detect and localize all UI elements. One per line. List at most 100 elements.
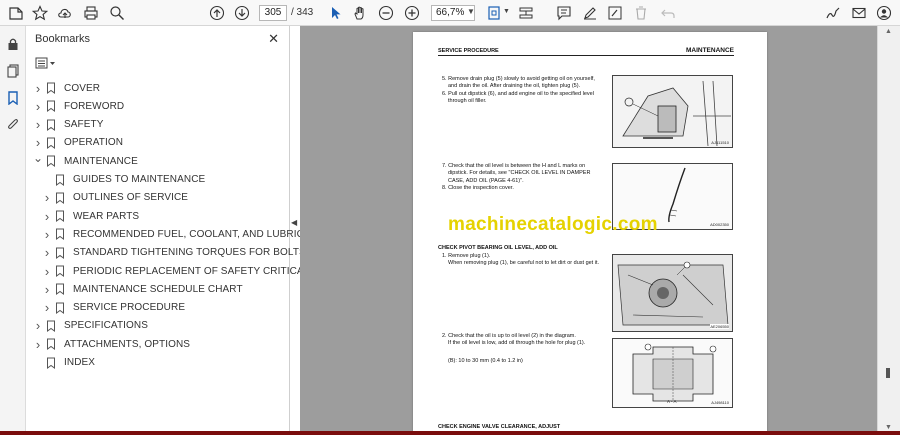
draw-icon[interactable] <box>605 3 625 23</box>
bookmark-label: SERVICE PROCEDURE <box>73 302 186 314</box>
section-valve-heading: CHECK ENGINE VALVE CLEARANCE, ADJUST <box>438 424 561 430</box>
bookmark-item[interactable]: › FOREWORD <box>33 97 124 115</box>
scroll-mode-icon[interactable] <box>516 3 536 23</box>
chevron-right-icon[interactable]: › <box>33 81 43 96</box>
select-cursor-icon[interactable] <box>326 3 346 23</box>
bookmark-panel-icon[interactable] <box>4 89 22 107</box>
bookmark-label: COVER <box>64 82 101 94</box>
undo-icon[interactable] <box>658 3 678 23</box>
bookmark-icon <box>46 155 56 168</box>
bookmark-item[interactable]: › OPERATION <box>33 134 123 152</box>
bookmark-label: MAINTENANCE SCHEDULE CHART <box>73 283 243 295</box>
page-total-label: / 343 <box>291 7 314 18</box>
bookmark-icon <box>46 82 56 94</box>
bookmark-item[interactable]: › OUTLINES OF SERVICE <box>42 189 188 207</box>
figure-code: AD002350 <box>710 222 729 227</box>
bookmark-item[interactable]: › ATTACHMENTS, OPTIONS <box>33 335 190 353</box>
collapse-panel-arrow-icon[interactable]: ◀ <box>291 218 297 227</box>
chevron-right-icon[interactable]: › <box>33 117 43 132</box>
scroll-down-icon[interactable]: ▼ <box>885 424 892 431</box>
bookmark-icon <box>55 247 65 259</box>
star-icon[interactable] <box>30 3 50 23</box>
bookmark-item[interactable]: INDEX <box>33 354 95 372</box>
bookmark-label: OPERATION <box>64 137 124 149</box>
next-page-icon[interactable] <box>232 3 252 23</box>
bookmark-icon <box>55 174 65 186</box>
zoom-search-icon[interactable] <box>107 3 127 23</box>
chevron-right-icon[interactable]: › <box>42 282 52 297</box>
chevron-right-icon[interactable]: › <box>33 337 43 352</box>
page-fit-caret[interactable]: ▼ <box>503 8 510 15</box>
bookmark-label: FOREWORD <box>64 100 125 112</box>
attachment-icon[interactable] <box>4 116 22 134</box>
bookmark-label: RECOMMENDED FUEL, COOLANT, AND LUBRICANT <box>73 228 325 240</box>
bookmarks-title: Bookmarks <box>35 33 91 45</box>
bookmark-item[interactable]: › MAINTENANCE SCHEDULE CHART <box>42 280 243 298</box>
bookmark-item[interactable]: GUIDES TO MAINTENANCE <box>42 171 205 189</box>
bookmark-item[interactable]: › SERVICE PROCEDURE <box>42 299 185 317</box>
page-header-right: MAINTENANCE <box>685 47 734 54</box>
delete-icon[interactable] <box>631 3 651 23</box>
print-icon[interactable] <box>81 3 101 23</box>
chevron-right-icon[interactable]: › <box>33 135 43 150</box>
bookmark-item[interactable]: ⌄ MAINTENANCE <box>33 151 138 170</box>
pivot-range-text: (B): 10 to 30 mm (0.4 to 1.2 in) <box>448 358 523 364</box>
hand-tool-icon[interactable] <box>350 3 370 23</box>
account-icon[interactable] <box>874 3 894 23</box>
taskbar-strip <box>0 431 900 435</box>
bookmark-label: OUTLINES OF SERVICE <box>73 192 189 204</box>
chevron-right-icon[interactable]: › <box>42 264 52 279</box>
bookmarks-panel: Bookmarks ✕ › COVER › FOREWORD › SAFETY › OPERA… <box>27 26 360 435</box>
page-number-input[interactable]: 305 <box>259 5 287 21</box>
bookmark-icon <box>46 100 56 113</box>
figure-code: AJ411510 <box>711 140 729 145</box>
home-icon[interactable] <box>6 3 26 23</box>
bookmark-options-button[interactable] <box>35 56 57 70</box>
chevron-right-icon[interactable]: › <box>42 245 52 260</box>
vertical-scrollbar[interactable]: ▲ ▼ <box>877 26 900 435</box>
bookmark-item[interactable]: › SAFETY <box>33 116 104 134</box>
sign-icon[interactable] <box>823 3 843 23</box>
bookmark-item[interactable]: › COVER <box>33 79 100 97</box>
scroll-up-icon[interactable]: ▲ <box>885 28 892 35</box>
chevron-right-icon[interactable]: › <box>42 209 52 224</box>
chevron-down-icon[interactable]: ⌄ <box>33 151 43 165</box>
page-fit-icon[interactable] <box>484 3 504 23</box>
lock-icon[interactable] <box>4 35 22 53</box>
zoom-dropdown-caret[interactable]: ▼ <box>467 7 475 16</box>
bookmark-label: WEAR PARTS <box>73 210 140 222</box>
chevron-right-icon[interactable]: › <box>42 190 52 205</box>
bookmark-label: INDEX <box>64 357 96 368</box>
bookmark-item[interactable]: › WEAR PARTS <box>42 207 139 225</box>
step-7-text: 7. Check that the oil level is between t… <box>442 163 591 192</box>
comment-icon[interactable] <box>554 3 574 23</box>
bookmark-icon <box>55 210 65 223</box>
figure-code: AE206550 <box>710 324 729 329</box>
header-rule <box>438 55 734 56</box>
cloud-upload-icon[interactable] <box>55 3 75 23</box>
bookmark-icon <box>46 320 56 332</box>
zoom-in-icon[interactable] <box>402 3 422 23</box>
pages-thumbnail-icon[interactable] <box>4 62 22 80</box>
bookmark-item[interactable]: › RECOMMENDED FUEL, COOLANT, AND LUBRICAN… <box>42 225 324 243</box>
section-pivot-heading: CHECK PIVOT BEARING OIL LEVEL, ADD OIL <box>438 245 558 251</box>
bookmark-label: MAINTENANCE <box>64 155 138 167</box>
email-icon[interactable] <box>849 3 869 23</box>
page-header-left: SERVICE PROCEDURE <box>438 48 499 54</box>
zoom-out-icon[interactable] <box>376 3 396 23</box>
scrollbar-thumb[interactable] <box>886 368 890 378</box>
highlight-pen-icon[interactable] <box>580 3 600 23</box>
bookmark-icon <box>55 192 65 204</box>
close-icon[interactable]: ✕ <box>268 31 279 47</box>
chevron-right-icon[interactable]: › <box>42 300 52 315</box>
bookmark-icon <box>46 357 56 369</box>
top-toolbar: 305 / 343 66,7% ▼ ▼ <box>0 0 900 26</box>
chevron-right-icon[interactable]: › <box>33 318 43 333</box>
previous-page-icon[interactable] <box>207 3 227 23</box>
bookmark-item[interactable]: › SPECIFICATIONS <box>33 317 148 335</box>
chevron-right-icon[interactable]: › <box>42 227 52 242</box>
bookmark-label: GUIDES TO MAINTENANCE <box>73 174 206 185</box>
chevron-right-icon[interactable]: › <box>33 99 43 114</box>
document-viewer[interactable]: SERVICE PROCEDURE MAINTENANCE 5. Remove … <box>300 26 877 435</box>
pivot-step-1-text: 1. Remove plug (1). When removing plug (… <box>442 253 600 267</box>
